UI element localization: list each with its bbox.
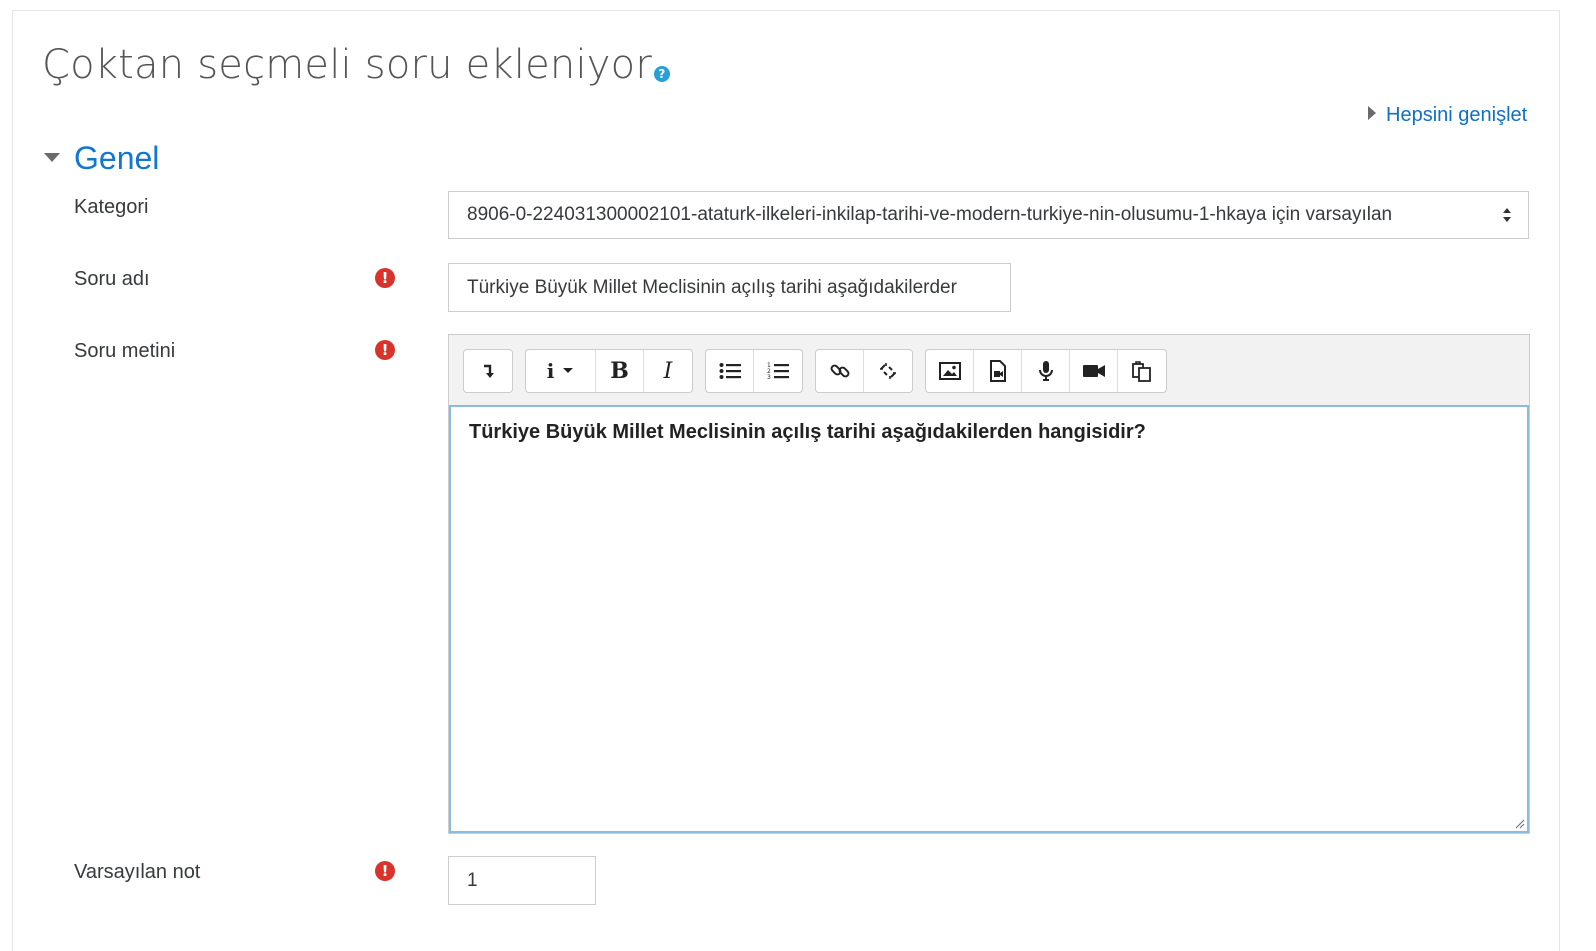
category-label: Kategori — [74, 196, 149, 218]
question-name-label: Soru adı — [74, 268, 150, 290]
exclamation-circle-icon: ! — [375, 268, 395, 288]
question-text-content[interactable]: Türkiye Büyük Millet Meclisinin açılış t… — [449, 405, 1529, 833]
record-audio-icon[interactable] — [1022, 350, 1070, 392]
select-arrows-icon — [1502, 192, 1512, 238]
link-icon[interactable] — [816, 350, 864, 392]
exclamation-circle-icon: ! — [375, 861, 395, 881]
italic-icon[interactable]: I — [644, 350, 692, 392]
category-select[interactable]: 8906-0-224031300002101-ataturk-ilkeleri-… — [448, 191, 1529, 239]
expand-all-link[interactable]: Hepsini genişlet — [1368, 104, 1527, 127]
svg-text:3: 3 — [767, 374, 771, 381]
question-text-value: Türkiye Büyük Millet Meclisinin açılış t… — [469, 421, 1146, 443]
collapse-toolbar-icon[interactable] — [464, 350, 512, 392]
image-icon[interactable] — [926, 350, 974, 392]
default-mark-label: Varsayılan not — [74, 861, 201, 883]
unordered-list-icon[interactable] — [706, 350, 754, 392]
resize-grip-icon[interactable] — [1513, 817, 1525, 829]
toolbar-group-media — [925, 349, 1167, 393]
bold-icon[interactable]: B — [596, 350, 644, 392]
manage-files-icon[interactable] — [1118, 350, 1166, 392]
category-select-value: 8906-0-224031300002101-ataturk-ilkeleri-… — [467, 204, 1393, 225]
section-header-genel[interactable]: Genel — [44, 140, 159, 177]
question-text-label: Soru metini — [74, 340, 176, 362]
question-name-input[interactable]: Türkiye Büyük Millet Meclisinin açılış t… — [448, 263, 1011, 312]
default-mark-input[interactable]: 1 — [448, 856, 596, 905]
toolbar-group-lists: 123 — [705, 349, 803, 393]
unlink-icon[interactable] — [864, 350, 912, 392]
expand-all-label: Hepsini genişlet — [1386, 104, 1528, 126]
exclamation-circle-icon: ! — [375, 340, 395, 360]
caret-right-icon — [1368, 106, 1376, 120]
toolbar-group-style: i B I — [525, 349, 693, 393]
toolbar-group-links — [815, 349, 913, 393]
caret-down-icon — [44, 153, 60, 162]
question-text-editor: i B I 123 Türkiye Büyük Millet Meclisini… — [448, 334, 1530, 834]
ordered-list-icon[interactable]: 123 — [754, 350, 802, 392]
toolbar-group-collapse — [463, 349, 513, 393]
page-title-text: Çoktan seçmeli soru ekleniyor — [42, 42, 652, 88]
section-title: Genel — [74, 140, 160, 176]
paragraph-style-icon[interactable]: i — [526, 350, 596, 392]
question-circle-icon[interactable]: ? — [653, 66, 670, 82]
page-title: Çoktan seçmeli soru ekleniyor? — [42, 42, 670, 88]
record-video-icon[interactable] — [1070, 350, 1118, 392]
media-icon[interactable] — [974, 350, 1022, 392]
